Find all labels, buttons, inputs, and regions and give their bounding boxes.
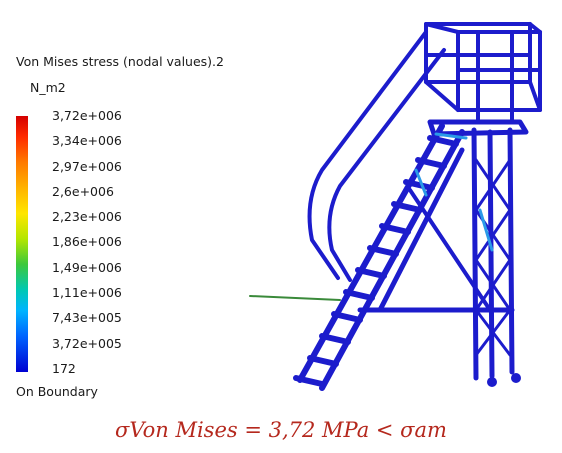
legend-unit: N_m2 [30, 80, 66, 95]
support-leg [507, 127, 515, 375]
scale-label: 2,6e+006 [52, 183, 114, 199]
color-scale-bar [16, 116, 28, 372]
scale-label: 7,43e+005 [52, 310, 122, 326]
result-caption: σVon Mises = 3,72 MPa < σam [115, 418, 447, 442]
staircase-mesh-model[interactable] [230, 10, 550, 400]
stringer-right [319, 129, 465, 391]
scale-label: 3,72e+006 [52, 108, 122, 123]
ground-beam [249, 295, 341, 301]
scale-label: 3,72e+005 [52, 335, 122, 351]
handrail-front [307, 30, 428, 280]
support-leg [487, 129, 495, 379]
scale-label: 2,97e+006 [52, 158, 122, 174]
color-scale-labels: 3,72e+006 3,34e+006 2,97e+006 2,6e+006 2… [52, 108, 122, 387]
support-leg [471, 127, 479, 381]
scale-label: 3,34e+006 [52, 133, 122, 149]
scale-label: 2,23e+006 [52, 209, 122, 225]
wheel [487, 377, 497, 387]
wheel [511, 373, 521, 383]
legend-title: Von Mises stress (nodal values).2 [16, 54, 224, 69]
scale-label: 1,86e+006 [52, 234, 122, 250]
legend-footer: On Boundary [16, 384, 98, 399]
scale-label: 1,11e+006 [52, 285, 122, 301]
fea-result-viewport[interactable]: Von Mises stress (nodal values).2 N_m2 3… [0, 0, 562, 453]
scale-label: 1,49e+006 [52, 259, 122, 275]
